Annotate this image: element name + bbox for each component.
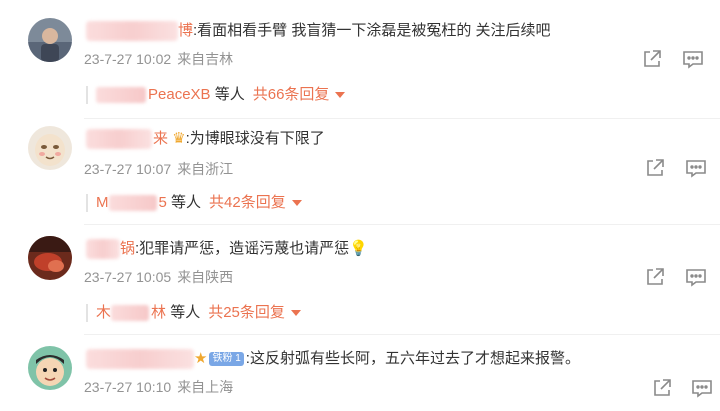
comment-icon (686, 269, 706, 287)
comment-icon (683, 51, 703, 69)
reply-summary[interactable]: M 5 等人 共42条回复 (96, 193, 302, 213)
crown-icon: ♛ (172, 130, 186, 147)
chevron-down-icon[interactable] (290, 310, 301, 317)
chevron-down-icon[interactable] (291, 200, 302, 207)
fan-icon: ★ (194, 350, 208, 367)
comment-location: 来自上海 (177, 379, 234, 395)
reply-count[interactable]: 共42条回复 (209, 194, 286, 211)
avatar[interactable] (28, 236, 72, 280)
avatar[interactable] (28, 346, 72, 390)
reply-summary[interactable]: PeaceXB 等人 共66条回复 (96, 85, 346, 105)
reply-username-prefix[interactable]: 木 (96, 304, 111, 321)
share-button[interactable] (650, 376, 674, 400)
comment-location: 来自陕西 (177, 269, 234, 285)
comment-text: 博:看面相看手臂 我盲猜一下涂磊是被冤枉的 关注后续吧 (178, 22, 551, 39)
comment-text: 来 ♛:为博眼球没有下限了 (153, 130, 325, 147)
comment-text: ★ 铁粉 1:这反射弧有些长阿，五六年过去了才想起来报警。 (194, 350, 580, 367)
reply-username-suffix[interactable]: 林 (151, 304, 166, 321)
share-icon (654, 379, 671, 396)
username-suffix[interactable]: 博 (178, 22, 193, 39)
username-suffix[interactable]: 锅 (120, 240, 135, 257)
share-button[interactable] (643, 156, 667, 180)
share-icon (644, 50, 661, 67)
reply-others: 等人 (171, 194, 202, 211)
comment-button[interactable] (684, 265, 708, 289)
comment-date: 23-7-27 10:05 (84, 269, 172, 285)
reply-username[interactable]: PeaceXB (148, 86, 211, 103)
username-obscured[interactable] (86, 239, 120, 259)
reply-count[interactable]: 共66条回复 (253, 86, 330, 103)
reply-username-suffix[interactable]: 5 (159, 194, 167, 211)
comment-meta: 23-7-27 10:10 来自上海 (84, 378, 233, 396)
avatar[interactable] (28, 126, 72, 170)
comment-icon (692, 380, 712, 398)
username-obscured[interactable] (86, 21, 178, 41)
comment-item: ★ 铁粉 1:这反射弧有些长阿，五六年过去了才想起来报警。 23-7-27 10:… (0, 330, 720, 411)
reply-divider (86, 194, 88, 212)
share-button[interactable] (640, 47, 664, 71)
reply-divider (86, 86, 88, 104)
username-obscured[interactable] (86, 129, 152, 149)
share-button[interactable] (643, 265, 667, 289)
comment-date: 23-7-27 10:02 (84, 51, 172, 67)
comment-button[interactable] (690, 376, 714, 400)
comment-item: 锅:犯罪请严惩，造谣污蔑也请严惩💡 23-7-27 10:05 来自陕西 木 林 等… (0, 218, 720, 328)
username-obscured[interactable] (86, 349, 194, 369)
comment-meta: 23-7-27 10:05 来自陕西 (84, 268, 233, 286)
comment-button[interactable] (684, 156, 708, 180)
comment-meta: 23-7-27 10:02 来自吉林 (84, 50, 233, 68)
share-icon (647, 159, 664, 176)
reply-username-prefix[interactable]: M (96, 194, 109, 211)
comment-meta: 23-7-27 10:07 来自浙江 (84, 160, 233, 178)
comment-date: 23-7-27 10:07 (84, 161, 172, 177)
comment-location: 来自浙江 (177, 161, 234, 177)
share-icon (647, 268, 664, 285)
comment-button[interactable] (681, 47, 705, 71)
comment-text: 锅:犯罪请严惩，造谣污蔑也请严惩💡 (120, 240, 368, 257)
reply-count[interactable]: 共25条回复 (208, 304, 285, 321)
reply-summary[interactable]: 木 林 等人 共25条回复 (96, 303, 301, 323)
lightbulb-icon: 💡 (349, 240, 368, 257)
fan-badge[interactable]: 铁粉 1 (209, 352, 244, 367)
comment-item: 来 ♛:为博眼球没有下限了 23-7-27 10:07 来自浙江 M 5 等人 共42… (0, 108, 720, 218)
username-suffix[interactable]: 来 (153, 130, 168, 147)
comment-item: 博:看面相看手臂 我盲猜一下涂磊是被冤枉的 关注后续吧 23-7-27 10:0… (0, 0, 720, 108)
reply-divider (86, 304, 88, 322)
comment-icon (686, 160, 706, 178)
reply-others: 等人 (170, 304, 201, 321)
avatar[interactable] (28, 18, 72, 62)
comment-date: 23-7-27 10:10 (84, 379, 172, 395)
chevron-down-icon[interactable] (335, 92, 346, 99)
comment-location: 来自吉林 (177, 51, 234, 67)
reply-others: 等人 (214, 86, 245, 103)
